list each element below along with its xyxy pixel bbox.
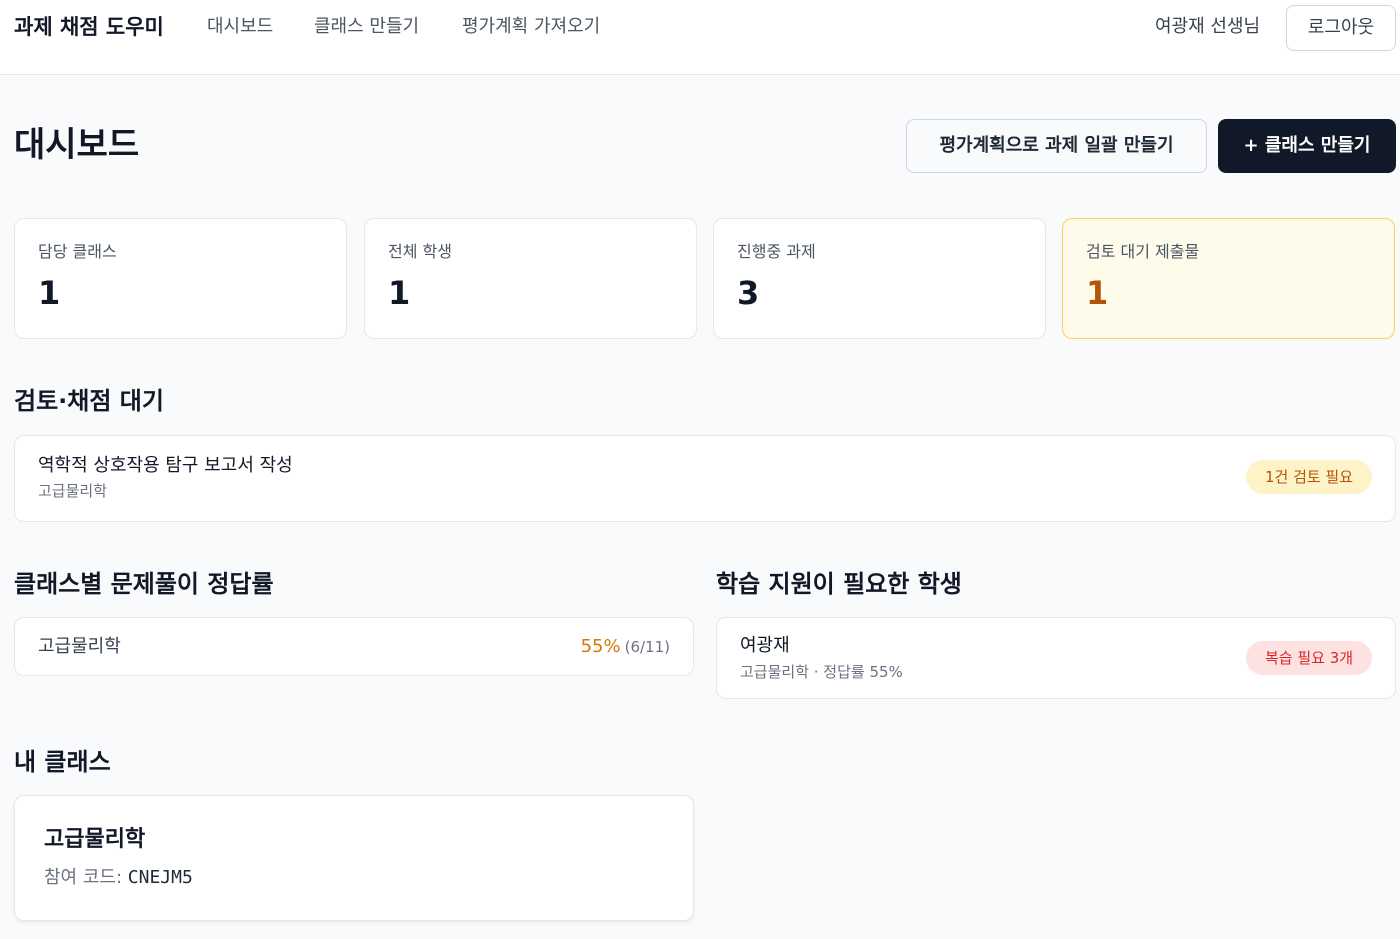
user-name: 여광재 선생님 bbox=[1155, 16, 1261, 37]
student-detail: 고급물리학 · 정답률 55% bbox=[740, 663, 903, 681]
stat-card-classes: 담당 클래스 1 bbox=[14, 218, 347, 339]
rate-percent: 55% bbox=[580, 636, 621, 657]
nav-link-import-plan[interactable]: 평가계획 가져오기 bbox=[462, 14, 600, 40]
join-code-label: 참여 코드: bbox=[44, 867, 123, 888]
stat-label: 검토 대기 제출물 bbox=[1086, 242, 1200, 261]
classes-section-heading: 내 클래스 bbox=[14, 748, 111, 776]
create-class-button[interactable]: + 클래스 만들기 bbox=[1218, 119, 1396, 173]
class-card[interactable]: 고급물리학 참여 코드: CNEJM5 bbox=[14, 795, 694, 921]
stat-value: 1 bbox=[388, 274, 411, 312]
top-navbar: 과제 채점 도우미 대시보드 클래스 만들기 평가계획 가져오기 여광재 선생님… bbox=[0, 0, 1400, 75]
stat-label: 담당 클래스 bbox=[38, 242, 117, 261]
review-section-heading: 검토·채점 대기 bbox=[14, 387, 164, 415]
review-item-title: 역학적 상호작용 탐구 보고서 작성 bbox=[38, 455, 293, 476]
nav-link-create-class[interactable]: 클래스 만들기 bbox=[314, 14, 419, 40]
stat-card-active-assignments: 진행중 과제 3 bbox=[713, 218, 1046, 339]
rate-value: 55% (6/11) bbox=[581, 634, 670, 660]
import-plan-button[interactable]: 평가계획으로 과제 일괄 만들기 bbox=[906, 119, 1207, 173]
stat-value: 3 bbox=[737, 274, 760, 312]
stat-value: 1 bbox=[1086, 274, 1109, 312]
stat-value: 1 bbox=[38, 274, 61, 312]
rate-count: (6/11) bbox=[624, 638, 670, 656]
review-item[interactable]: 역학적 상호작용 탐구 보고서 작성 고급물리학 1건 검토 필요 bbox=[14, 435, 1396, 522]
class-name: 고급물리학 bbox=[44, 827, 146, 852]
logout-button[interactable]: 로그아웃 bbox=[1286, 5, 1396, 51]
rates-section-heading: 클래스별 문제풀이 정답률 bbox=[14, 570, 274, 598]
support-student-item[interactable]: 여광재 고급물리학 · 정답률 55% 복습 필요 3개 bbox=[716, 617, 1396, 699]
review-needed-badge: 1건 검토 필요 bbox=[1246, 460, 1372, 494]
class-join-code: 참여 코드: CNEJM5 bbox=[44, 865, 193, 891]
stat-label: 전체 학생 bbox=[388, 242, 452, 261]
join-code-value: CNEJM5 bbox=[127, 867, 193, 888]
stat-label: 진행중 과제 bbox=[737, 242, 816, 261]
review-required-badge: 복습 필요 3개 bbox=[1246, 641, 1372, 675]
page-title: 대시보드 bbox=[14, 125, 140, 165]
app-brand[interactable]: 과제 채점 도우미 bbox=[14, 12, 164, 42]
stat-card-students: 전체 학생 1 bbox=[364, 218, 697, 339]
class-rate-row: 고급물리학 55% (6/11) bbox=[14, 617, 694, 676]
nav-link-dashboard[interactable]: 대시보드 bbox=[207, 14, 273, 40]
review-item-class: 고급물리학 bbox=[38, 482, 108, 500]
stat-card-pending-review: 검토 대기 제출물 1 bbox=[1062, 218, 1395, 339]
support-section-heading: 학습 지원이 필요한 학생 bbox=[716, 570, 962, 598]
rate-class-name: 고급물리학 bbox=[38, 636, 121, 657]
student-name: 여광재 bbox=[740, 635, 790, 656]
